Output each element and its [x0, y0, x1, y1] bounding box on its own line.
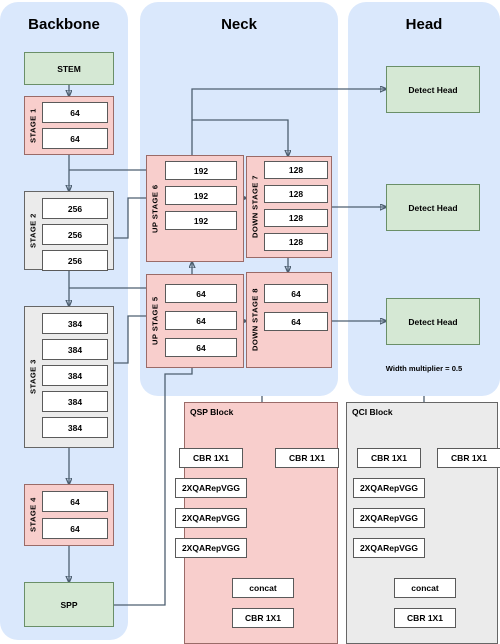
neck-down-stage7-ch-3[interactable]: 128 — [264, 233, 328, 251]
backbone-stem[interactable]: STEM — [24, 52, 114, 85]
backbone-stage3-ch-4[interactable]: 384 — [42, 417, 108, 438]
qsp-repvgg-1[interactable]: 2XQARepVGG — [175, 508, 247, 528]
head-detect-head-1[interactable]: Detect Head — [386, 184, 480, 231]
neck-up-stage5-label: UP STAGE 5 — [150, 296, 160, 346]
backbone-stage3-ch-1[interactable]: 384 — [42, 339, 108, 360]
qci-left-cbr[interactable]: CBR 1X1 — [357, 448, 421, 468]
qsp-concat[interactable]: concat — [232, 578, 294, 598]
backbone-stage3-label: STAGE 3 — [28, 359, 38, 395]
qci-right-cbr[interactable]: CBR 1X1 — [437, 448, 500, 468]
neck-up-stage5-ch-0[interactable]: 64 — [165, 284, 237, 303]
backbone-stage3-ch-2[interactable]: 384 — [42, 365, 108, 386]
neck-up-stage5-ch-2[interactable]: 64 — [165, 338, 237, 357]
neck-down-stage7-ch-2[interactable]: 128 — [264, 209, 328, 227]
neck-up-stage5-ch-1[interactable]: 64 — [165, 311, 237, 330]
qci-block-title: QCI Block — [352, 407, 393, 417]
qci-repvgg-2[interactable]: 2XQARepVGG — [353, 538, 425, 558]
neck-down-stage8-ch-0[interactable]: 64 — [264, 284, 328, 303]
neck-up-stage6-ch-0[interactable]: 192 — [165, 161, 237, 180]
qci-concat[interactable]: concat — [394, 578, 456, 598]
qsp-out-cbr[interactable]: CBR 1X1 — [232, 608, 294, 628]
qci-repvgg-0[interactable]: 2XQARepVGG — [353, 478, 425, 498]
neck-up-stage6-label: UP STAGE 6 — [150, 184, 160, 233]
qsp-block-title: QSP Block — [190, 407, 234, 417]
panel-title-backbone: Backbone — [28, 16, 100, 33]
backbone-stage4-label: STAGE 4 — [28, 497, 38, 533]
neck-down-stage7-ch-1[interactable]: 128 — [264, 185, 328, 203]
qci-out-cbr[interactable]: CBR 1X1 — [394, 608, 456, 628]
qsp-repvgg-0[interactable]: 2XQARepVGG — [175, 478, 247, 498]
backbone-stage2-label: STAGE 2 — [28, 213, 38, 248]
neck-down-stage7-ch-0[interactable]: 128 — [264, 161, 328, 179]
qci-repvgg-1[interactable]: 2XQARepVGG — [353, 508, 425, 528]
backbone-stage2-ch-1[interactable]: 256 — [42, 224, 108, 245]
neck-up-stage6-ch-2[interactable]: 192 — [165, 211, 237, 230]
backbone-stage4-ch-0[interactable]: 64 — [42, 491, 108, 512]
head-detect-head-2[interactable]: Detect Head — [386, 298, 480, 345]
backbone-stage3-ch-3[interactable]: 384 — [42, 391, 108, 412]
backbone-spp[interactable]: SPP — [24, 582, 114, 627]
qsp-right-cbr[interactable]: CBR 1X1 — [275, 448, 339, 468]
neck-down-stage8-ch-1[interactable]: 64 — [264, 312, 328, 331]
qsp-repvgg-2[interactable]: 2XQARepVGG — [175, 538, 247, 558]
backbone-stage1-label: STAGE 1 — [28, 108, 38, 143]
backbone-stage4-ch-1[interactable]: 64 — [42, 518, 108, 539]
neck-down-stage8-label: DOWN STAGE 8 — [250, 288, 260, 352]
backbone-stage2-ch-0[interactable]: 256 — [42, 198, 108, 219]
neck-down-stage7-label: DOWN STAGE 7 — [250, 175, 260, 239]
backbone-stage1-ch-1[interactable]: 64 — [42, 128, 108, 149]
backbone-stage3-ch-0[interactable]: 384 — [42, 313, 108, 334]
panel-title-neck: Neck — [221, 16, 257, 33]
qsp-left-cbr[interactable]: CBR 1X1 — [179, 448, 243, 468]
head-detect-head-0[interactable]: Detect Head — [386, 66, 480, 113]
backbone-stage2-ch-2[interactable]: 256 — [42, 250, 108, 271]
panel-title-head: Head — [405, 16, 443, 33]
head-width-multiplier-note: Width multiplier = 0.5 — [385, 364, 463, 373]
neck-up-stage6-ch-1[interactable]: 192 — [165, 186, 237, 205]
backbone-stage1-ch-0[interactable]: 64 — [42, 102, 108, 123]
diagram-canvas: Backbone Neck Head STEM STAGE 1 64 64 ST… — [0, 0, 500, 644]
